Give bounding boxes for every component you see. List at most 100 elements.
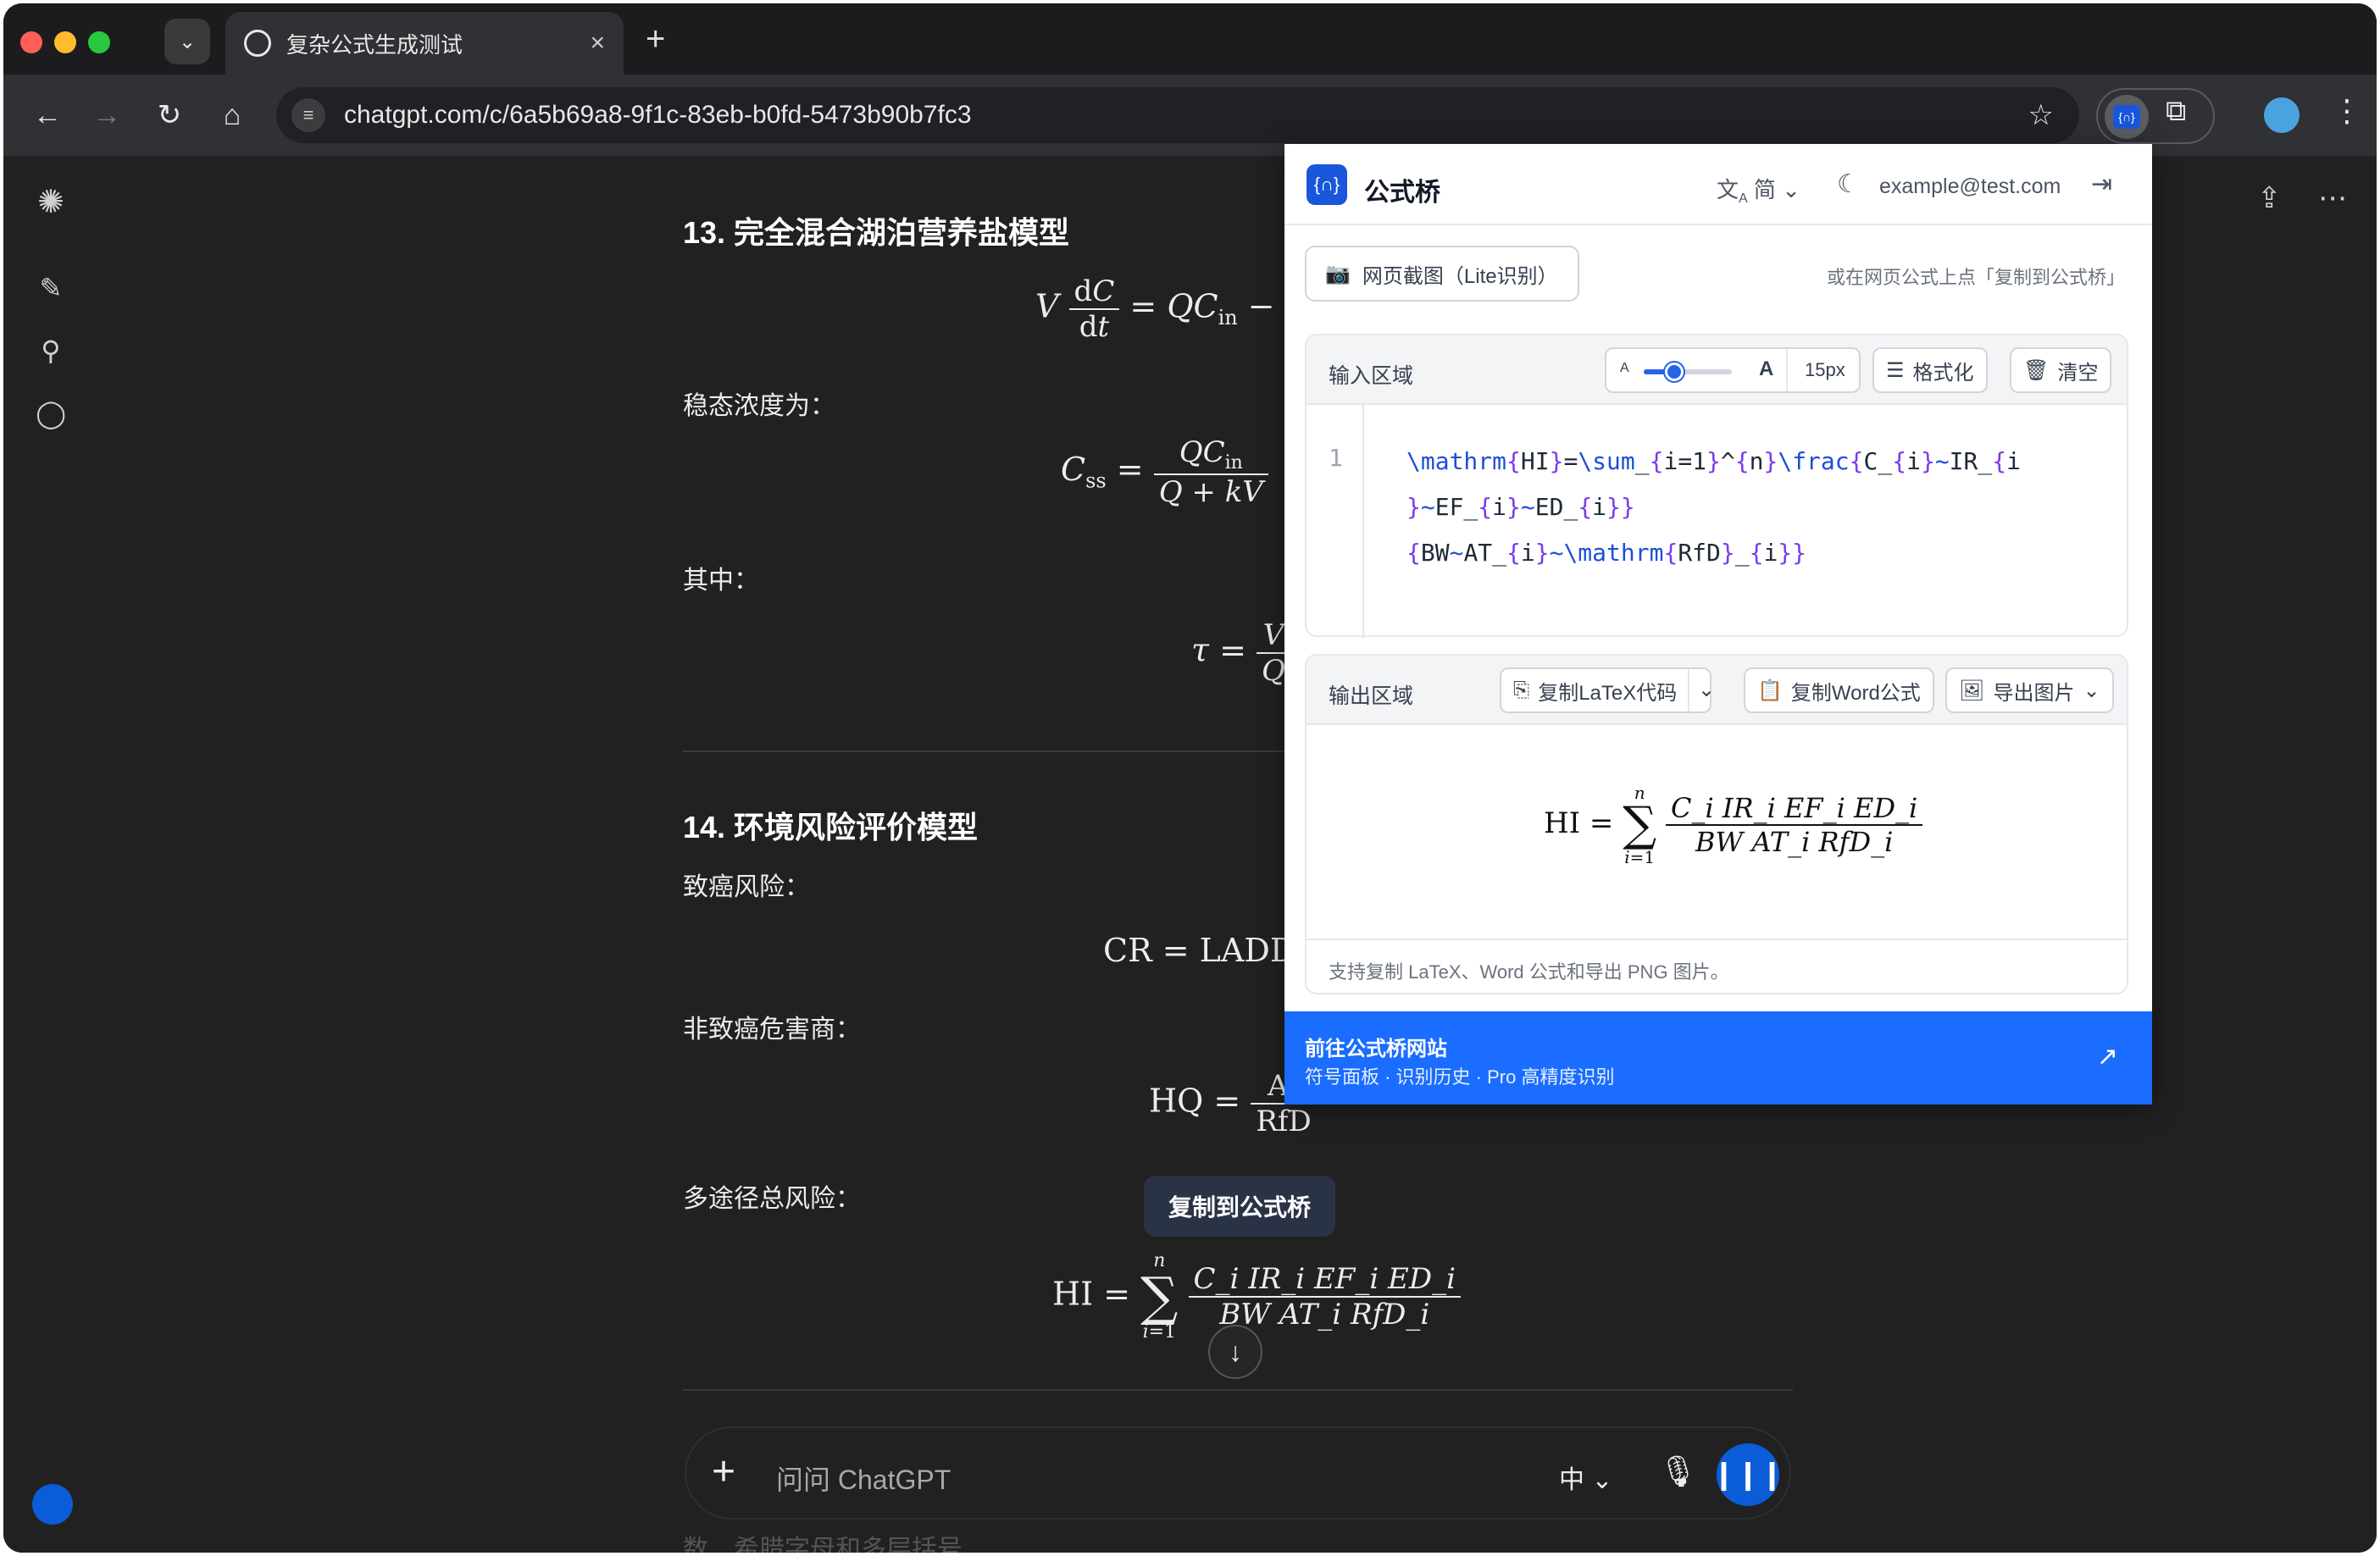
- more-options-icon[interactable]: ⋯: [2318, 181, 2347, 215]
- output-card: 输出区域 ⎘ 复制LaTeX代码 ⌄ 📋 复制Word公式 🖼 导出图片 ⌄ HI = n…: [1305, 654, 2128, 994]
- composer-divider: [683, 1389, 1793, 1391]
- line-number: 1: [1329, 444, 1343, 472]
- external-link-arrow-icon: ↗: [2096, 1043, 2118, 1071]
- banner-title: 前往公式桥网站: [1305, 1038, 1447, 1060]
- popup-header: {∩} 公式桥 文A 简 ⌄ ☾ example@test.com ⇥: [1284, 144, 2152, 225]
- openai-favicon-icon: [244, 30, 271, 57]
- clear-button[interactable]: 🗑 清空: [2010, 347, 2112, 393]
- language-select[interactable]: 中 ⌄: [1559, 1459, 1612, 1496]
- preview-denominator: BW AT_i RfD_i: [1666, 824, 1923, 858]
- reload-icon[interactable]: ↻: [147, 93, 191, 137]
- site-info-icon[interactable]: ≡: [291, 98, 325, 132]
- message-input[interactable]: 问问 ChatGPT: [776, 1459, 951, 1498]
- input-label: 输入区域: [1329, 364, 1414, 388]
- tau-equation: τ = VQ: [1191, 618, 1290, 688]
- profile-avatar[interactable]: [2264, 97, 2300, 133]
- formula-preview: HI = n ∑ i=1 C_i IR_i EF_i ED_i BW AT_i RfD…: [1307, 725, 2127, 940]
- tab-search-button[interactable]: ⌄: [164, 19, 210, 64]
- close-tab-icon[interactable]: ×: [590, 29, 605, 58]
- chevron-down-icon[interactable]: ⌄: [1698, 678, 1715, 702]
- font-size-slider-group: A A 15px: [1605, 347, 1861, 393]
- output-card-header: 输出区域 ⎘ 复制LaTeX代码 ⌄ 📋 复制Word公式 🖼 导出图片 ⌄: [1307, 656, 2127, 725]
- language-switch[interactable]: 文A 简 ⌄: [1717, 173, 1800, 207]
- slider-divider: [1786, 349, 1788, 391]
- close-window-button[interactable]: [20, 31, 42, 53]
- browser-menu-icon[interactable]: ⋮: [2332, 93, 2362, 129]
- preview-lhs: HI =: [1544, 806, 1614, 840]
- scroll-down-button[interactable]: ↓: [1208, 1325, 1262, 1379]
- copy-word-button-label: 复制Word公式: [1790, 681, 1921, 705]
- line-gutter: 1: [1307, 405, 1364, 639]
- new-chat-icon[interactable]: ✎: [32, 269, 69, 307]
- address-bar[interactable]: ≡ chatgpt.com/c/6a5b69a8-9f1c-83eb-b0fd-…: [276, 87, 2079, 143]
- steady-state-equation: Css = QCin Q + kV: [1061, 435, 1268, 509]
- visit-website-banner[interactable]: 前往公式桥网站 符号面板 · 识别历史 · Pro 高精度识别 ↗: [1284, 1011, 2152, 1105]
- input-card: 输入区域 A A 15px ☰ 格式化 🗑 清空 1 \mathrm{HI}=\…: [1305, 334, 2128, 639]
- export-image-button[interactable]: 🖼 导出图片 ⌄: [1945, 667, 2114, 713]
- logout-icon[interactable]: ⇥: [2091, 169, 2112, 199]
- copy-hint-text: 或在网页公式上点「复制到公式桥」: [1826, 267, 2125, 288]
- forward-arrow-icon[interactable]: →: [85, 93, 129, 137]
- attach-plus-icon[interactable]: +: [712, 1448, 735, 1495]
- input-card-header: 输入区域 A A 15px ☰ 格式化 🗑 清空: [1307, 335, 2127, 405]
- new-tab-button[interactable]: +: [646, 20, 665, 58]
- bookmark-star-icon[interactable]: ☆: [2028, 98, 2054, 132]
- font-size-slider[interactable]: [1644, 363, 1732, 381]
- account-email: example@test.com: [1879, 174, 2061, 198]
- copy-to-formula-bridge-tooltip[interactable]: 复制到公式桥: [1144, 1176, 1335, 1237]
- section-14-title: 14. 环境风险评价模型: [683, 810, 979, 844]
- extensions-puzzle-icon[interactable]: ⧉: [2166, 95, 2186, 128]
- copy-latex-button[interactable]: ⎘ 复制LaTeX代码 ⌄: [1500, 667, 1715, 713]
- slider-knob[interactable]: [1665, 363, 1684, 381]
- copy-word-button[interactable]: 📋 复制Word公式: [1744, 667, 1934, 713]
- language-value: 中: [1559, 1466, 1584, 1494]
- microphone-icon[interactable]: 🎙: [1659, 1454, 1698, 1489]
- section-13-title: 13. 完全混合湖泊营养盐模型: [683, 215, 1070, 250]
- hi-equation[interactable]: HI = n ∑ i=1 C_i IR_i EF_i ED_i BW AT_i RfD…: [1052, 1252, 1461, 1342]
- popup-title: 公式桥: [1364, 179, 1440, 207]
- font-size-value: 15px: [1805, 359, 1845, 380]
- formula-bridge-extension-button[interactable]: {∩}: [2105, 95, 2149, 139]
- formula-bridge-popup: {∩} 公式桥 文A 简 ⌄ ☾ example@test.com ⇥ 📷 网页…: [1284, 144, 2152, 1105]
- hq-denominator: RfD: [1251, 1103, 1317, 1138]
- dark-mode-moon-icon[interactable]: ☾: [1837, 169, 1860, 199]
- share-icon[interactable]: ⇪: [2257, 181, 2282, 215]
- hi-numerator: C_i IR_i EF_i ED_i: [1193, 1262, 1456, 1296]
- formula-bridge-logo-icon: {∩}: [1307, 164, 1347, 205]
- search-icon[interactable]: ⚲: [32, 332, 69, 369]
- screenshot-button-label: 网页截图（Lite识别）: [1362, 264, 1558, 288]
- latex-editor[interactable]: 1 \mathrm{HI}=\sum_{i=1}^{n}\frac{C_{i}~…: [1307, 405, 2127, 639]
- format-button-label: 格式化: [1912, 361, 1974, 385]
- export-image-button-label: 导出图片: [1993, 681, 2075, 705]
- home-icon[interactable]: ⌂: [210, 93, 254, 137]
- zoom-window-button[interactable]: [88, 31, 110, 53]
- openai-logo-icon[interactable]: ✺: [32, 183, 69, 220]
- screenshot-button[interactable]: 📷 网页截图（Lite识别）: [1305, 246, 1579, 302]
- align-icon: ☰: [1886, 358, 1905, 382]
- multi-path-risk-label: 多途径总风险：: [683, 1185, 861, 1213]
- preview-numerator: C_i IR_i EF_i ED_i: [1671, 792, 1918, 824]
- tab-bar: ⌄ 复杂公式生成测试 × +: [3, 3, 2377, 75]
- copy-latex-button-label: 复制LaTeX代码: [1538, 681, 1678, 705]
- voice-mode-button[interactable]: ❙❙❙: [1711, 1443, 1784, 1506]
- output-footnote: 支持复制 LaTeX、Word 公式和导出 PNG 图片。: [1329, 961, 1729, 983]
- steady-state-label: 稳态浓度为：: [683, 392, 835, 420]
- user-avatar[interactable]: [32, 1484, 73, 1525]
- arrow-down-icon: ↓: [1229, 1336, 1242, 1367]
- chats-bubble-icon[interactable]: ◯: [32, 395, 69, 432]
- clipboard-icon: 📋: [1757, 678, 1783, 702]
- latex-source[interactable]: \mathrm{HI}=\sum_{i=1}^{n}\frac{C_{i}~IR…: [1406, 439, 2101, 576]
- faded-message-text: 数、希腊字母和多层括号: [683, 1536, 963, 1553]
- back-arrow-icon[interactable]: ←: [25, 93, 69, 137]
- where-label: 其中：: [683, 567, 759, 595]
- banner-subtitle: 符号面板 · 识别历史 · Pro 高精度识别: [1305, 1066, 1615, 1088]
- hq-lhs: HQ =: [1149, 1082, 1241, 1120]
- code-copy-icon: ⎘: [1513, 678, 1530, 701]
- tab-active[interactable]: 复杂公式生成测试 ×: [225, 12, 624, 75]
- trash-icon: 🗑: [2023, 358, 2050, 382]
- url-text[interactable]: chatgpt.com/c/6a5b69a8-9f1c-83eb-b0fd-54…: [344, 101, 972, 130]
- output-label: 输出区域: [1329, 684, 1414, 708]
- minimize-window-button[interactable]: [54, 31, 76, 53]
- format-button[interactable]: ☰ 格式化: [1872, 347, 1988, 393]
- waveform-icon: ❙❙❙: [1711, 1459, 1784, 1491]
